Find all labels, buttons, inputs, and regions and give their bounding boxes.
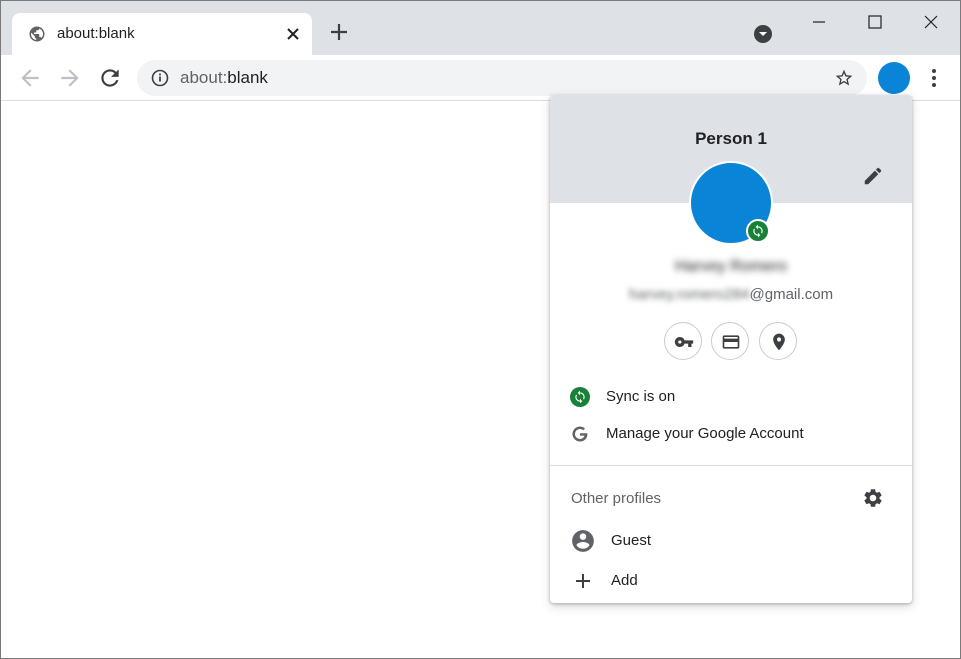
url-host: blank <box>227 68 268 87</box>
sync-badge-icon <box>746 219 770 243</box>
plus-icon <box>570 568 596 594</box>
manage-account-label: Manage your Google Account <box>606 425 804 442</box>
google-g-icon <box>570 424 590 444</box>
back-button[interactable] <box>17 65 43 91</box>
bookmark-star-icon[interactable] <box>834 68 854 88</box>
more-menu-icon[interactable] <box>923 66 945 90</box>
url-text: about:blank <box>180 68 268 88</box>
address-bar[interactable]: about:blank <box>137 60 867 96</box>
tab-search-button[interactable] <box>752 23 774 45</box>
maximize-button[interactable] <box>847 1 903 41</box>
passwords-button[interactable] <box>664 322 702 360</box>
add-label: Add <box>611 572 638 589</box>
globe-icon <box>28 25 46 43</box>
info-icon[interactable] <box>151 69 169 87</box>
addresses-button[interactable] <box>759 322 797 360</box>
browser-window: about:blank about:blank Person 1 Harvey … <box>0 0 961 659</box>
add-profile-row[interactable]: Add <box>550 562 912 598</box>
sync-label: Sync is on <box>606 388 676 405</box>
email-domain: @gmail.com <box>749 286 834 303</box>
tab-about-blank[interactable]: about:blank <box>12 13 312 55</box>
sync-row[interactable]: Sync is on <box>550 379 912 415</box>
credit-card-icon <box>722 335 740 349</box>
tab-strip: about:blank <box>1 1 960 55</box>
tab-close-icon[interactable] <box>282 23 304 45</box>
forward-button[interactable] <box>57 65 83 91</box>
profile-avatar-button[interactable] <box>878 62 910 94</box>
close-window-button[interactable] <box>903 1 959 41</box>
new-tab-button[interactable] <box>328 21 350 43</box>
tab-title: about:blank <box>57 25 135 42</box>
divider <box>550 465 912 466</box>
reload-button[interactable] <box>97 65 123 91</box>
gear-icon[interactable] <box>862 487 884 509</box>
account-name: Harvey Romero <box>674 258 788 275</box>
minimize-button[interactable] <box>791 1 847 41</box>
manage-account-row[interactable]: Manage your Google Account <box>550 416 912 452</box>
location-pin-icon <box>773 333 785 351</box>
other-profiles-heading: Other profiles <box>571 490 662 507</box>
key-icon <box>674 337 694 347</box>
payment-methods-button[interactable] <box>711 322 749 360</box>
email-user: harvey.romero284 <box>628 286 750 303</box>
account-circle-icon <box>570 528 596 554</box>
profile-menu: Person 1 Harvey Romero harvey.romero284@… <box>550 95 912 603</box>
account-email: harvey.romero284@gmail.com <box>550 286 912 303</box>
profile-name: Person 1 <box>695 129 767 148</box>
guest-label: Guest <box>611 532 652 549</box>
guest-profile-row[interactable]: Guest <box>550 522 912 558</box>
sync-icon <box>570 387 590 407</box>
url-scheme: about: <box>180 68 228 87</box>
edit-pencil-icon[interactable] <box>862 165 884 187</box>
